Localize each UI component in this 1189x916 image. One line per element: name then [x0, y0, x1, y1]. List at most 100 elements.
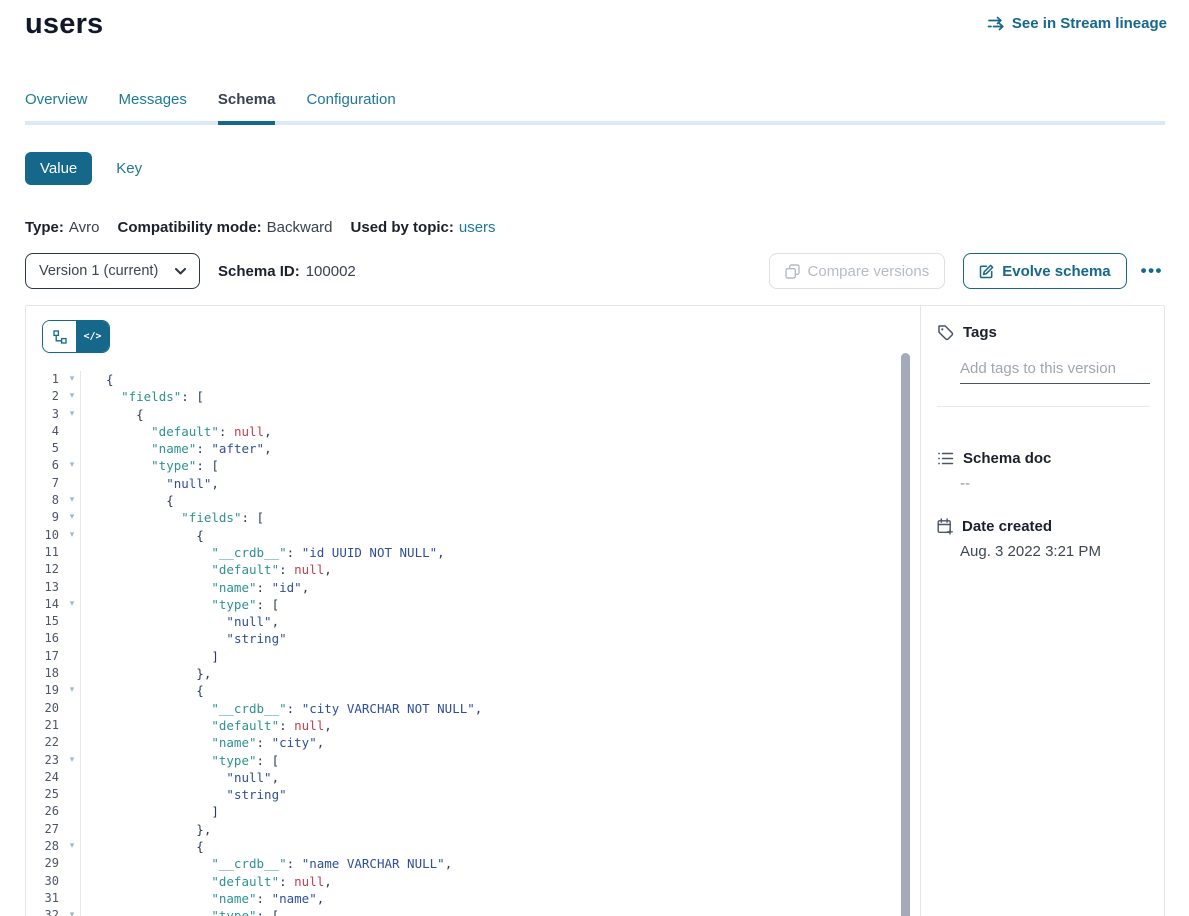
sidebar-divider: [920, 306, 921, 916]
line-number: 18: [26, 665, 64, 682]
code-line: 10▾ {: [26, 527, 895, 544]
code-line: 31 "name": "name",: [26, 890, 895, 907]
code-line: 32▾ "type": [: [26, 907, 895, 916]
code-line: 20 "__crdb__": "city VARCHAR NOT NULL",: [26, 700, 895, 717]
fold-toggle-icon[interactable]: ▾: [64, 838, 80, 855]
code-text: "null",: [80, 613, 895, 630]
value-toggle-button[interactable]: Value: [25, 152, 92, 185]
code-line: 13 "name": "id",: [26, 579, 895, 596]
meta-topic: Used by topic: users: [351, 219, 496, 236]
stream-lineage-link[interactable]: See in Stream lineage: [987, 15, 1167, 32]
code-line: 17 ]: [26, 648, 895, 665]
tab-messages[interactable]: Messages: [119, 84, 187, 121]
schema-doc-value: --: [960, 475, 970, 492]
version-select[interactable]: Version 1 (current): [25, 253, 200, 289]
fold-spacer: [64, 561, 80, 578]
fold-toggle-icon[interactable]: ▾: [64, 492, 80, 509]
tree-view-button[interactable]: [43, 321, 76, 352]
fold-spacer: [64, 579, 80, 596]
code-text: "default": null,: [80, 873, 895, 890]
fold-spacer: [64, 855, 80, 872]
code-line: 29 "__crdb__": "name VARCHAR NULL",: [26, 855, 895, 872]
line-number: 12: [26, 561, 64, 578]
fold-spacer: [64, 648, 80, 665]
compatibility-value: Backward: [267, 219, 333, 236]
code-text: {: [80, 838, 895, 855]
fold-toggle-icon[interactable]: ▾: [64, 406, 80, 423]
version-bar: Version 1 (current) Schema ID: 100002 Co…: [25, 253, 1165, 289]
code-scrollbar[interactable]: [901, 353, 910, 916]
compatibility-label: Compatibility mode:: [117, 219, 261, 236]
fold-toggle-icon[interactable]: ▾: [64, 457, 80, 474]
code-view-icon: </>: [83, 331, 101, 342]
date-created-section-header: Date created: [937, 518, 1052, 535]
tags-divider: [937, 406, 1150, 407]
schema-doc-title: Schema doc: [963, 450, 1051, 467]
code-line: 21 "default": null,: [26, 717, 895, 734]
code-text: {: [80, 406, 895, 423]
code-text: ]: [80, 648, 895, 665]
line-number: 26: [26, 803, 64, 820]
fold-spacer: [64, 890, 80, 907]
calendar-icon: [937, 518, 953, 535]
tab-configuration[interactable]: Configuration: [306, 84, 395, 121]
fold-toggle-icon[interactable]: ▾: [64, 596, 80, 613]
line-number: 22: [26, 734, 64, 751]
key-toggle-button[interactable]: Key: [116, 160, 142, 177]
fold-toggle-icon[interactable]: ▾: [64, 388, 80, 405]
tab-schema[interactable]: Schema: [218, 84, 276, 125]
tab-overview[interactable]: Overview: [25, 84, 88, 121]
chevron-down-icon: [175, 268, 186, 275]
fold-toggle-icon[interactable]: ▾: [64, 682, 80, 699]
fold-spacer: [64, 665, 80, 682]
code-text: "default": null,: [80, 561, 895, 578]
code-line: 22 "name": "city",: [26, 734, 895, 751]
evolve-schema-label: Evolve schema: [1002, 263, 1110, 280]
compare-versions-label: Compare versions: [808, 263, 930, 280]
code-line: 23▾ "type": [: [26, 752, 895, 769]
code-line: 16 "string": [26, 630, 895, 647]
fold-spacer: [64, 821, 80, 838]
code-lines: 1▾{2▾ "fields": [3▾ {4 "default": null,5…: [26, 371, 895, 916]
schema-part-toggle: Value Key: [25, 152, 142, 185]
fold-toggle-icon[interactable]: ▾: [64, 509, 80, 526]
schema-id: Schema ID: 100002: [218, 263, 356, 280]
code-line: 28▾ {: [26, 838, 895, 855]
more-options-button[interactable]: •••: [1141, 261, 1163, 281]
fold-spacer: [64, 734, 80, 751]
date-created-value: Aug. 3 2022 3:21 PM: [960, 543, 1101, 560]
line-number: 19: [26, 682, 64, 699]
fold-spacer: [64, 786, 80, 803]
fold-toggle-icon[interactable]: ▾: [64, 907, 80, 916]
code-text: {: [80, 527, 895, 544]
fold-spacer: [64, 544, 80, 561]
fold-toggle-icon[interactable]: ▾: [64, 371, 80, 388]
fold-toggle-icon[interactable]: ▾: [64, 752, 80, 769]
tag-icon: [937, 324, 954, 341]
topic-link[interactable]: users: [459, 219, 496, 236]
compare-versions-icon: [785, 264, 800, 279]
code-text: },: [80, 821, 895, 838]
type-label: Type:: [25, 219, 64, 236]
line-number: 15: [26, 613, 64, 630]
schema-id-value: 100002: [306, 263, 356, 280]
code-line: 18 },: [26, 665, 895, 682]
code-line: 5 "name": "after",: [26, 440, 895, 457]
code-line: 8▾ {: [26, 492, 895, 509]
compare-versions-button[interactable]: Compare versions: [769, 253, 946, 289]
line-number: 2: [26, 388, 64, 405]
code-line: 6▾ "type": [: [26, 457, 895, 474]
edit-icon: [979, 264, 994, 279]
fold-toggle-icon[interactable]: ▾: [64, 527, 80, 544]
fold-spacer: [64, 423, 80, 440]
line-number: 20: [26, 700, 64, 717]
fold-spacer: [64, 803, 80, 820]
evolve-schema-button[interactable]: Evolve schema: [963, 253, 1126, 289]
type-value: Avro: [69, 219, 100, 236]
code-text: "null",: [80, 475, 895, 492]
version-select-value: Version 1 (current): [39, 263, 158, 279]
line-number: 1: [26, 371, 64, 388]
code-view-button[interactable]: </>: [76, 321, 109, 352]
tags-input[interactable]: [960, 358, 1150, 384]
line-number: 27: [26, 821, 64, 838]
